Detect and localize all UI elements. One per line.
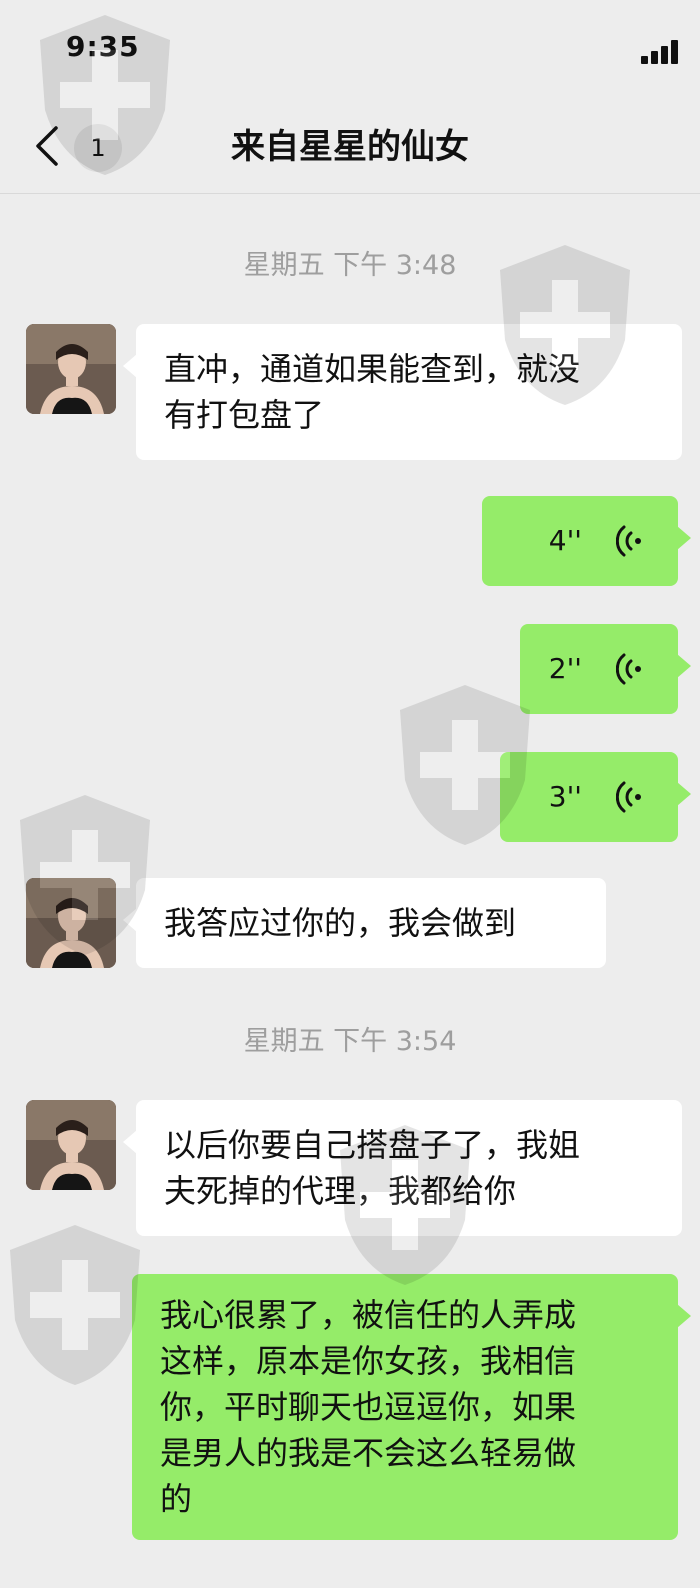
message-text-line: 直冲，通道如果能查到，就没	[164, 350, 581, 388]
message-text-line: 这样，原本是你女孩，我相信	[160, 1342, 577, 1380]
message-text-line: 的	[160, 1480, 193, 1518]
avatar-photo	[26, 878, 116, 968]
message-text-line: 以后你要自己搭盘子了，我姐	[164, 1126, 581, 1164]
avatar-photo	[26, 324, 116, 414]
avatar[interactable]	[26, 1100, 116, 1190]
message-text-line: 有打包盘了	[164, 396, 325, 434]
voice-wave-icon	[616, 653, 641, 685]
message-timestamp: 星期五 下午 3:54	[243, 1026, 457, 1057]
message-bubble-incoming[interactable]: 以后你要自己搭盘子了，我姐 夫死掉的代理，我都给你	[123, 1100, 682, 1236]
voice-duration: 2''	[548, 652, 582, 685]
voice-message-outgoing[interactable]: 4''	[482, 496, 691, 586]
signal-icon	[641, 40, 681, 64]
voice-wave-icon	[616, 525, 641, 557]
status-time: 9:35	[66, 30, 140, 63]
message-bubble-incoming[interactable]: 我答应过你的，我会做到	[123, 878, 606, 968]
message-text-line: 是男人的我是不会这么轻易做	[160, 1434, 577, 1472]
chat-title: 来自星星的仙女	[231, 127, 469, 167]
voice-message-outgoing[interactable]: 2''	[520, 624, 691, 714]
chat-header: 1 来自星星的仙女	[0, 100, 700, 194]
avatar-photo	[26, 1100, 116, 1190]
voice-wave-icon	[616, 781, 641, 813]
message-text-line: 我心很累了，被信任的人弄成	[160, 1296, 577, 1334]
status-bar: 9:35	[0, 0, 700, 100]
message-bubble-outgoing[interactable]: 我心很累了，被信任的人弄成 这样，原本是你女孩，我相信 你，平时聊天也逗逗你，如…	[132, 1274, 691, 1540]
message-text-line: 你，平时聊天也逗逗你，如果	[160, 1388, 577, 1426]
avatar[interactable]	[26, 324, 116, 414]
message-text-line: 我答应过你的，我会做到	[164, 904, 517, 942]
voice-duration: 4''	[548, 524, 582, 557]
message-bubble-incoming[interactable]: 直冲，通道如果能查到，就没 有打包盘了	[123, 324, 682, 460]
avatar[interactable]	[26, 878, 116, 968]
watermark-shield-icon	[10, 1225, 140, 1385]
message-text-line: 夫死掉的代理，我都给你	[164, 1172, 517, 1210]
message-timestamp: 星期五 下午 3:48	[243, 250, 457, 281]
voice-duration: 3''	[548, 780, 582, 813]
voice-message-outgoing[interactable]: 3''	[500, 752, 691, 842]
